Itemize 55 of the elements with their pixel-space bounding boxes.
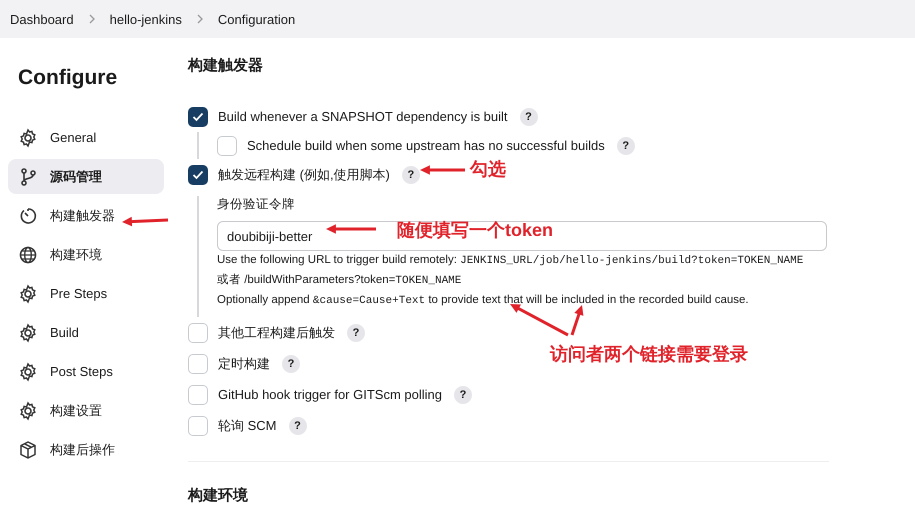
sidebar-item[interactable]: 构建环境 (8, 237, 164, 272)
annotation-text: 勾选 (470, 158, 506, 181)
help-button[interactable]: ? (282, 354, 300, 372)
branch-icon (18, 166, 38, 186)
help-button[interactable]: ? (402, 166, 420, 184)
sidebar-item[interactable]: General (8, 120, 164, 155)
gear-icon (18, 322, 38, 342)
sidebar-item[interactable]: 构建触发器 (8, 198, 164, 233)
globe-icon (18, 244, 38, 264)
field-label: 身份验证令牌 (217, 196, 296, 213)
arrow (326, 224, 376, 234)
gear-icon (18, 128, 38, 148)
checkbox-label: 轮询 SCM (218, 416, 276, 434)
annotation-text: 随便填写一个token (397, 219, 554, 242)
check-icon (192, 170, 204, 180)
annotation-text: 访问者两个链接需要登录 (550, 343, 748, 366)
clock-icon (18, 206, 38, 226)
section-heading: 构建环境 (188, 486, 249, 505)
checkbox-label: 触发远程构建 (例如,使用脚本) (218, 166, 390, 184)
page-title: Configure (18, 66, 118, 90)
arrow (122, 216, 168, 226)
arrow (510, 304, 569, 336)
sidebar-item[interactable]: 构建后操作 (8, 432, 164, 467)
help-button[interactable]: ? (347, 324, 365, 342)
checkbox-label: 定时构建 (218, 354, 270, 372)
arrow (570, 305, 584, 336)
package-icon (18, 440, 38, 460)
help-button[interactable]: ? (454, 386, 472, 404)
help-button[interactable]: ? (616, 136, 635, 154)
sidebar-item[interactable]: 源码管理 (8, 159, 164, 194)
help-button[interactable]: ? (288, 416, 306, 434)
sidebar-item[interactable]: 构建设置 (8, 393, 164, 428)
help-button[interactable]: ? (520, 108, 538, 126)
checkbox-label: GitHub hook trigger for GITScm polling (218, 387, 442, 402)
sidebar-item[interactable]: Build (8, 315, 164, 350)
breadcrumb-link[interactable]: hello-jenkins (110, 12, 182, 26)
gear-icon (18, 400, 38, 420)
checkbox-label: 其他工程构建后触发 (218, 324, 335, 342)
help-text: Optionally append &cause=Cause+Text to provide text that will be included in the recorded build cause. (217, 293, 750, 309)
gear-icon (18, 284, 38, 304)
check-icon (192, 112, 204, 122)
sidebar-item[interactable]: Pre Steps (8, 276, 164, 311)
checkbox-label: Build whenever a SNAPSHOT dependency is built (218, 109, 508, 124)
breadcrumb-link[interactable]: Dashboard (10, 12, 74, 26)
sidebar-item[interactable]: Post Steps (8, 354, 164, 389)
section-heading: 构建触发器 (188, 56, 264, 75)
arrow (420, 165, 465, 175)
checkbox[interactable] (188, 164, 208, 184)
chevron-icon (196, 14, 204, 24)
checkbox[interactable] (188, 106, 208, 126)
gear-icon (18, 362, 38, 382)
breadcrumb-link[interactable]: Configuration (218, 12, 296, 26)
help-text: Use the following URL to trigger build remotely: JENKINS_URL/job/hello-jenkins/build?token=TOKEN_NAME (217, 253, 804, 269)
checkbox-label: Schedule build when some upstream has no successful builds (247, 138, 605, 153)
chevron-icon (88, 14, 96, 24)
